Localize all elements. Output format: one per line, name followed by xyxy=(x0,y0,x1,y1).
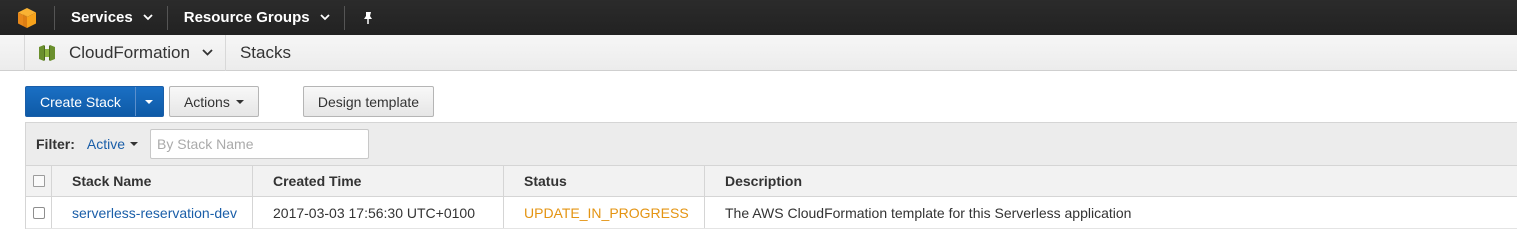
chevron-down-icon xyxy=(143,14,153,21)
service-selector[interactable]: CloudFormation xyxy=(25,34,226,71)
create-stack-dropdown-button[interactable] xyxy=(134,87,163,116)
stack-name-search-input[interactable] xyxy=(150,129,370,159)
cloudformation-icon xyxy=(37,44,57,62)
column-header-stack-name[interactable]: Stack Name xyxy=(52,166,253,196)
resource-groups-menu[interactable]: Resource Groups xyxy=(168,0,344,35)
pin-icon[interactable] xyxy=(345,0,389,35)
actions-button[interactable]: Actions xyxy=(168,86,259,117)
actions-label: Actions xyxy=(183,93,230,110)
description-cell: The AWS CloudFormation template for this… xyxy=(725,204,1132,221)
row-checkbox[interactable] xyxy=(32,206,45,219)
aws-logo-icon[interactable] xyxy=(0,0,54,35)
services-menu[interactable]: Services xyxy=(55,0,167,35)
design-template-label: Design template xyxy=(317,93,420,110)
create-stack-button-group: Create Stack xyxy=(25,86,164,117)
service-bar: CloudFormation Stacks xyxy=(0,34,1517,71)
page-title: Stacks xyxy=(239,42,291,62)
row-select-cell xyxy=(26,197,52,228)
caret-down-icon xyxy=(235,99,244,104)
column-header-status[interactable]: Status xyxy=(504,166,705,196)
caret-down-icon xyxy=(130,142,139,146)
table-row[interactable]: serverless-reservation-dev 2017-03-03 17… xyxy=(26,197,1517,229)
resource-groups-label: Resource Groups xyxy=(183,9,310,26)
filter-status-select[interactable]: Active xyxy=(86,136,139,152)
services-label: Services xyxy=(71,9,133,26)
status-badge: UPDATE_IN_PROGRESS xyxy=(524,204,689,221)
filter-label: Filter: xyxy=(36,136,75,152)
stacks-table: Stack Name Created Time Status Descripti… xyxy=(25,165,1517,229)
chevron-down-icon xyxy=(202,49,213,56)
select-all-cell xyxy=(26,166,52,196)
stack-name-link[interactable]: serverless-reservation-dev xyxy=(72,205,237,221)
created-time-cell: 2017-03-03 17:56:30 UTC+0100 xyxy=(253,197,504,228)
design-template-button[interactable]: Design template xyxy=(302,86,435,117)
table-header: Stack Name Created Time Status Descripti… xyxy=(26,165,1517,197)
create-stack-button[interactable]: Create Stack xyxy=(26,87,135,116)
toolbar: Create Stack Actions Design template xyxy=(25,86,435,117)
status-cell: UPDATE_IN_PROGRESS xyxy=(504,197,705,228)
filter-status-value: Active xyxy=(86,136,126,152)
filter-bar: Filter: Active xyxy=(25,122,1517,165)
caret-down-icon xyxy=(145,99,154,104)
select-all-checkbox[interactable] xyxy=(32,175,45,187)
stack-name-cell: serverless-reservation-dev xyxy=(52,197,253,228)
top-nav: Services Resource Groups xyxy=(0,0,1517,35)
chevron-down-icon xyxy=(319,14,330,21)
column-header-description[interactable]: Description xyxy=(705,166,1517,196)
service-name-label: CloudFormation xyxy=(69,42,190,62)
column-header-created-time[interactable]: Created Time xyxy=(253,166,504,196)
